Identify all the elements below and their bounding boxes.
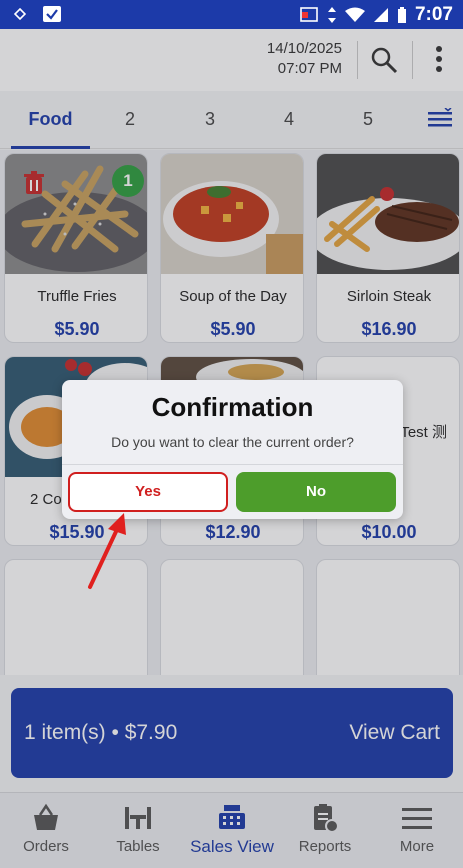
status-bar: 7:07 — [0, 0, 463, 29]
nav-reports[interactable]: Reports — [279, 793, 371, 868]
empty-card — [160, 559, 304, 675]
data-arrows-icon — [327, 7, 336, 23]
dialog-title: Confirmation — [151, 392, 314, 422]
cast-icon — [300, 7, 318, 22]
status-left-icons — [14, 5, 62, 23]
item-name: Sirloin Steak — [346, 288, 432, 305]
divider — [357, 41, 358, 79]
header-date: 14/10/2025 — [266, 40, 342, 57]
menu-card-truffle-fries[interactable]: 1 Truffle Fries $5.90 — [4, 153, 148, 343]
nav-label: More — [399, 838, 435, 855]
tab-2[interactable]: 2 — [100, 91, 160, 149]
item-price: $5.90 — [54, 319, 100, 339]
cart-summary: 1 item(s) • $7.90 — [24, 721, 178, 744]
hamburger-icon — [402, 808, 432, 829]
nav-label: Reports — [298, 838, 352, 855]
search-icon[interactable] — [370, 46, 398, 74]
empty-card — [316, 559, 460, 675]
view-cart-bar[interactable]: 1 item(s) • $7.90 View Cart — [11, 688, 453, 778]
status-right-icons: 7:07 — [299, 4, 453, 26]
no-button[interactable]: No — [236, 472, 396, 512]
battery-icon — [397, 7, 406, 23]
table-icon — [125, 807, 151, 829]
nav-label: Sales View — [190, 837, 274, 856]
item-price: $16.90 — [361, 319, 417, 339]
tab-4[interactable]: 4 — [259, 91, 319, 149]
basket-icon — [34, 803, 58, 830]
bottom-navigation: Orders Tables Sales View Reports More — [0, 792, 463, 868]
app-notification-icon — [14, 8, 26, 20]
dialog-message: Do you want to clear the current order? — [111, 434, 354, 450]
more-vertical-icon[interactable] — [429, 44, 449, 74]
confirmation-dialog: Confirmation Do you want to clear the cu… — [62, 380, 403, 519]
category-tabs: Food 2 3 4 5 — [0, 91, 463, 149]
status-time: 7:07 — [414, 4, 453, 25]
nav-orders[interactable]: Orders — [0, 793, 92, 868]
delete-trash-icon[interactable] — [23, 171, 45, 195]
checkbox-notification-icon — [43, 6, 61, 22]
item-price: $5.90 — [210, 319, 256, 339]
item-name: Soup of the Day — [179, 288, 287, 305]
item-price: $12.90 — [205, 522, 261, 542]
view-cart-button[interactable]: View Cart — [349, 721, 440, 745]
annotation-arrow-icon — [88, 513, 126, 589]
nav-more[interactable]: More — [371, 793, 463, 868]
tab-3[interactable]: 3 — [180, 91, 240, 149]
item-price: $10.00 — [361, 522, 417, 542]
date-time: 14/10/2025 07:07 PM — [267, 39, 342, 79]
wifi-icon — [344, 7, 365, 22]
item-name: Truffle Fries — [37, 288, 117, 305]
nav-sales-view[interactable]: Sales View — [186, 793, 278, 868]
quantity-badge: 1 — [112, 165, 144, 197]
divider — [412, 41, 413, 79]
dialog-divider — [62, 464, 403, 465]
tab-food[interactable]: Food — [11, 91, 90, 149]
nav-tables[interactable]: Tables — [92, 793, 184, 868]
steak-image — [317, 154, 459, 274]
menu-card-sirloin-steak[interactable]: Sirloin Steak $16.90 — [316, 153, 460, 343]
signal-icon — [373, 8, 388, 22]
tab-5[interactable]: 5 — [338, 91, 398, 149]
nav-label: Tables — [116, 838, 160, 855]
item-name: Test 测 — [400, 424, 447, 441]
header-time: 07:07 PM — [277, 60, 342, 77]
register-icon — [219, 805, 245, 829]
category-menu-icon[interactable] — [428, 108, 454, 130]
menu-card-soup-of-the-day[interactable]: Soup of the Day $5.90 — [160, 153, 304, 343]
report-icon — [314, 804, 339, 833]
top-bar: 14/10/2025 07:07 PM — [0, 29, 463, 91]
soup-image — [161, 154, 303, 274]
nav-label: Orders — [23, 838, 69, 855]
